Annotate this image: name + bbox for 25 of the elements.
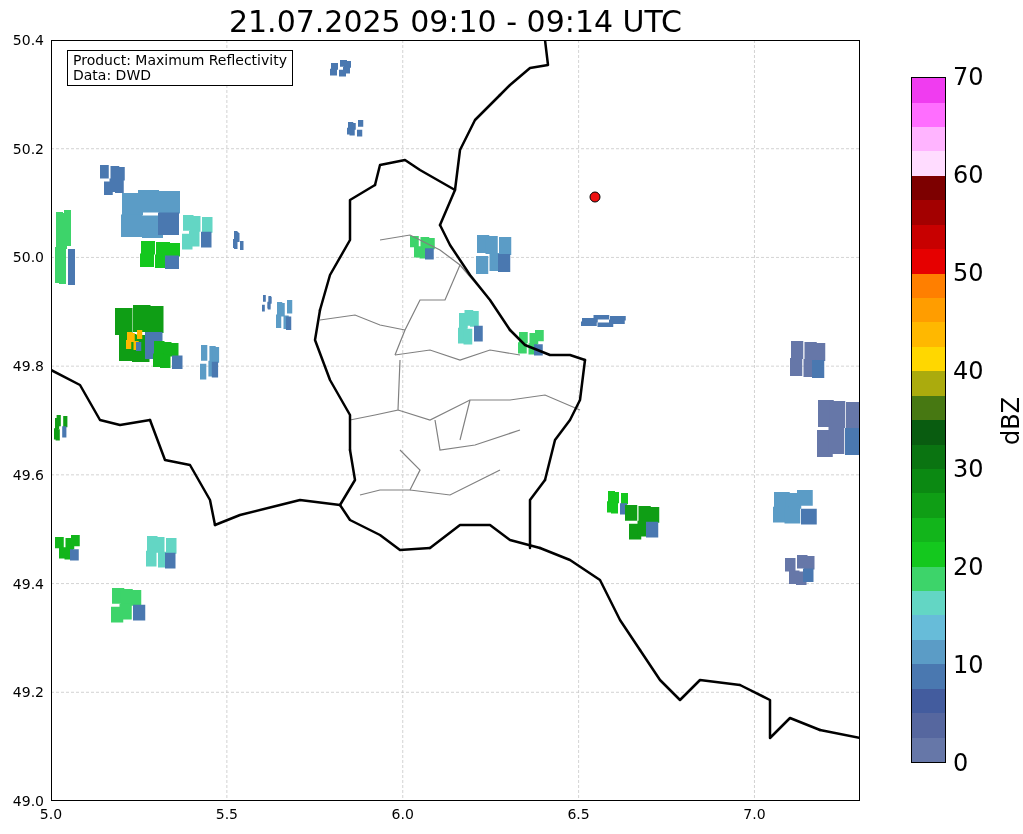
info-text: Product: Maximum Reflectivity — [73, 53, 287, 68]
colorbar-tick-label: 10 — [953, 652, 984, 678]
axis-tick-label: 6.0 — [391, 806, 414, 822]
colorbar-tick-label: 30 — [953, 456, 984, 482]
axis-tick-label: 49.2 — [12, 684, 44, 701]
colorbar-tick-label: 0 — [953, 750, 969, 776]
axis-tick-label: 5.0 — [39, 806, 63, 822]
colorbar-tick-label: 20 — [953, 554, 984, 580]
colorbar-tick-label: 40 — [953, 358, 984, 384]
colorbar-tick-label: 50 — [953, 260, 984, 286]
info-text: Data: DWD — [73, 68, 152, 83]
axis-tick-label: 49.8 — [12, 358, 44, 375]
colorbar-tick-label: 60 — [953, 162, 984, 188]
axis-tick-label: 49.6 — [12, 466, 44, 483]
chart-title: 21.07.2025 09:10 - 09:14 UTC — [227, 3, 684, 40]
axis-tick-label: 50.0 — [12, 249, 44, 266]
colorbar-label: dBZ — [997, 396, 1023, 446]
axis-tick-label: 49.4 — [12, 575, 44, 592]
axis-tick-label: 49.0 — [12, 793, 44, 809]
axis-tick-label: 50.2 — [12, 140, 44, 157]
axis-tick-label: 7.0 — [743, 806, 766, 822]
axis-tick-label: 6.5 — [567, 806, 590, 822]
axis-tick-label: 50.4 — [12, 32, 44, 48]
colorbar-tick-label: 70 — [953, 64, 984, 90]
axis-tick-label: 5.5 — [215, 806, 238, 822]
